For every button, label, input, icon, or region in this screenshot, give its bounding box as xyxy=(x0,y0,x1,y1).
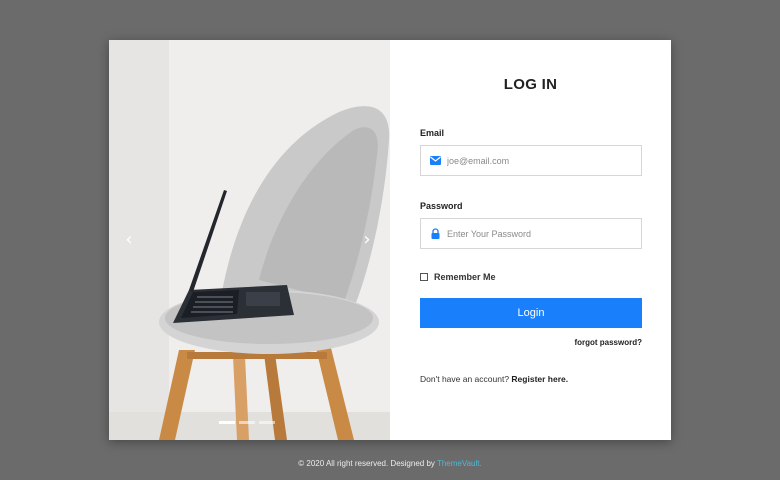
password-label: Password xyxy=(420,201,463,211)
remember-me[interactable]: Remember Me xyxy=(420,272,496,282)
chevron-left-icon: ‹ xyxy=(125,229,133,250)
footer-link[interactable]: ThemeVault. xyxy=(437,459,482,468)
forgot-password-link[interactable]: forgot password? xyxy=(574,338,642,347)
login-button[interactable]: Login xyxy=(420,298,642,328)
carousel-next-button[interactable]: › xyxy=(359,230,375,250)
image-carousel: ‹ › xyxy=(109,40,390,440)
password-field-wrapper xyxy=(420,218,642,249)
register-prompt: Don't have an account? Register here. xyxy=(420,374,568,384)
carousel-indicator-1[interactable] xyxy=(219,421,235,424)
chevron-right-icon: › xyxy=(363,229,371,250)
carousel-indicator-3[interactable] xyxy=(259,421,275,424)
login-form: LOG IN Email Password Remember Me Login … xyxy=(390,40,671,440)
login-card: ‹ › LOG IN Email Password Re xyxy=(109,40,671,440)
carousel-prev-button[interactable]: ‹ xyxy=(121,230,137,250)
register-prompt-text: Don't have an account? xyxy=(420,374,512,384)
remember-me-checkbox[interactable] xyxy=(420,273,428,281)
page-title: LOG IN xyxy=(503,76,558,93)
carousel-indicators xyxy=(219,421,275,424)
email-label: Email xyxy=(420,128,445,138)
remember-me-label: Remember Me xyxy=(434,272,496,282)
footer-text: © 2020 All right reserved. Designed by xyxy=(298,459,437,468)
envelope-icon xyxy=(429,155,441,167)
footer: © 2020 All right reserved. Designed by T… xyxy=(0,459,780,468)
chair-laptop-photo xyxy=(109,40,390,440)
email-field-wrapper xyxy=(420,145,642,176)
register-link[interactable]: Register here. xyxy=(511,374,568,384)
email-input[interactable] xyxy=(447,155,627,166)
carousel-indicator-2[interactable] xyxy=(239,421,255,424)
lock-icon xyxy=(429,228,441,240)
password-input[interactable] xyxy=(447,228,627,239)
